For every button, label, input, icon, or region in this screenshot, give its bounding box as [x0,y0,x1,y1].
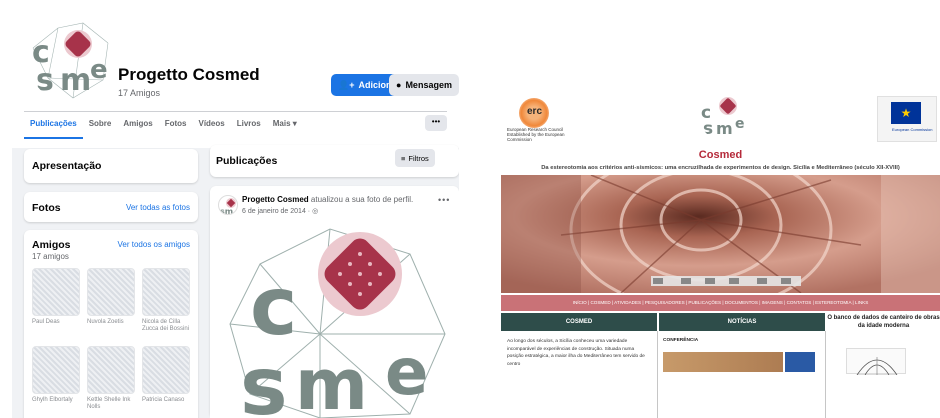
page-title: Progetto Cosmed [118,65,260,84]
site-nav-bar[interactable]: INÍCIO | COSMED | ATIVIDADES | PESQUISAD… [501,295,940,311]
message-button[interactable]: ● Mensagem [389,74,459,96]
tab-fotos[interactable]: Fotos [159,116,193,139]
filters-label: Filtros [408,153,429,163]
friends-title: Amigos [32,239,71,251]
friend-photo [142,346,190,394]
svg-text:e: e [735,116,745,132]
message-label: Mensagem [405,80,452,90]
header-divider [24,111,447,112]
column-heading-cosmed[interactable]: COSMED [501,313,657,331]
intro-card: Apresentação [24,149,198,183]
profile-tabs: Publicações Sobre Amigos Fotos Vídeos Li… [24,116,303,139]
column-divider [825,331,826,418]
friend-name: Paul Deas [32,319,60,325]
see-all-friends-link[interactable]: Ver todos os amigos [118,240,190,249]
post-author-name[interactable]: Progetto Cosmed [242,195,309,204]
globe-icon: ◎ [312,208,319,215]
friend-tile[interactable]: Patricia Canaso [142,346,190,404]
svg-text:e: e [385,336,428,410]
friend-photo [142,268,190,316]
friends-subtitle: 17 amigos [32,252,69,261]
news-item-badge-icon [785,352,815,372]
svg-text:e: e [90,55,108,85]
news-item-image[interactable] [663,352,783,372]
friend-tile[interactable]: Ghylh Elbortaly [32,346,80,404]
filter-icon: ≡ [401,153,406,163]
friend-photo [87,268,135,316]
add-person-icon: 👤+ [338,79,355,90]
photos-title: Fotos [32,202,61,214]
cosmed-intro-text: Ao longo dos séculos, a Sicília conheceu… [507,339,645,367]
cosmed-website: erc European Research Council Establishe… [501,82,940,418]
tab-sobre[interactable]: Sobre [83,116,118,139]
eu-flag-icon: ★ [891,102,921,124]
intro-title: Apresentação [32,160,102,172]
column-divider [657,331,658,418]
friend-tile[interactable]: Kettle Shelle Ink Nolls [87,346,135,411]
erc-caption: European Research Council Established by… [507,127,565,142]
post-author-line: Progetto Cosmed atualizou a sua foto de … [242,195,413,204]
site-title: Cosmed [698,149,743,161]
friend-name: Nuvola Zoetis [87,319,124,325]
friend-name: Ghylh Elbortaly [32,397,73,403]
eu-commission-logo[interactable]: ★ European Commission [877,96,937,142]
messenger-icon: ● [396,80,402,90]
see-all-photos-link[interactable]: Ver todas as fotos [126,203,190,212]
database-sketch-image[interactable] [846,348,906,376]
post-author-avatar[interactable]: sm [218,195,238,215]
friend-name: Kettle Shelle Ink Nolls [87,397,131,410]
svg-text:s: s [703,119,713,139]
eu-caption: European Commission [892,127,933,132]
post-date[interactable]: 6 de janeiro de 2014 · ◎ [242,207,318,215]
profile-picture[interactable]: c s m e [28,18,112,102]
column-heading-database[interactable]: O banco de dados de canteiro de obras da… [827,313,940,331]
post-action-text: atualizou a sua foto de perfil. [310,195,414,204]
profile-header: c s m e Progetto Cosmed 17 Amigos 👤+ Adi… [12,12,459,148]
friend-tile[interactable]: Paul Deas [32,268,80,326]
svg-text:m: m [60,63,91,98]
erc-logo[interactable]: erc European Research Council Establishe… [507,94,581,142]
erc-logo-text: erc [527,106,543,117]
photos-card: Fotos Ver todas as fotos [24,192,198,222]
news-item-label[interactable]: CONFERÊNCIA [663,338,698,343]
friend-name: Nicola de Cilla Zucca dei Bossini [142,319,190,332]
tab-publicacoes[interactable]: Publicações [24,116,83,139]
tab-livros[interactable]: Livros [231,116,267,139]
friend-tile[interactable]: Nuvola Zoetis [87,268,135,326]
friend-tile[interactable]: Nicola de Cilla Zucca dei Bossini [142,268,190,333]
tab-mais[interactable]: Mais ▾ [267,116,303,139]
friend-photo [32,268,80,316]
post-image[interactable]: c s m e [210,224,459,418]
facebook-page-panel: c s m e Progetto Cosmed 17 Amigos 👤+ Adi… [12,12,459,418]
filters-button[interactable]: ≡ Filtros [395,149,435,167]
svg-text:m: m [716,119,733,138]
tab-amigos[interactable]: Amigos [117,116,158,139]
posts-title: Publicações [216,155,278,167]
column-heading-news[interactable]: NOTÍCIAS [659,313,825,331]
hero-staircase-image [501,175,940,293]
post-date-text: 6 de janeiro de 2014 · [242,208,313,215]
friends-card: Amigos Ver todos os amigos 17 amigos Pau… [24,230,198,418]
cosmed-logo[interactable]: c s m e [699,92,747,140]
friend-photo [87,346,135,394]
svg-text:s: s [36,63,54,98]
more-options-button[interactable]: ••• [425,115,447,131]
site-subtitle: Da estereotomia aos critérios anti-sísmi… [541,165,900,171]
friends-count[interactable]: 17 Amigos [118,88,160,98]
svg-text:s: s [240,340,288,418]
friend-name: Patricia Canaso [142,397,185,403]
post-menu-button[interactable]: ••• [438,195,450,205]
svg-text:m: m [295,344,368,418]
tab-videos[interactable]: Vídeos [192,116,230,139]
friend-photo [32,346,80,394]
